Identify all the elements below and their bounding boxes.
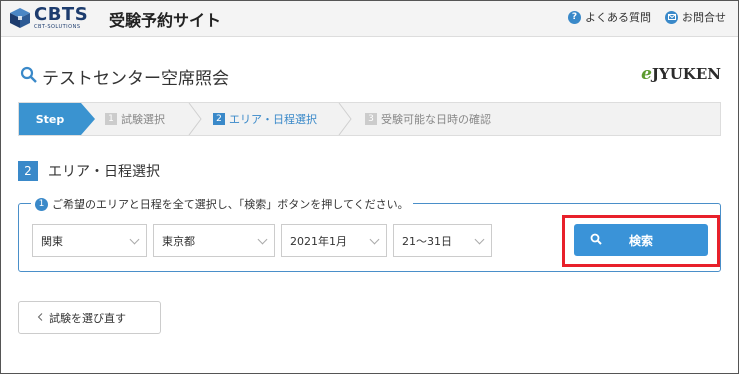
faq-link[interactable]: ? よくある質問	[568, 9, 651, 25]
step-number: 3	[365, 113, 377, 125]
header-links: ? よくある質問 お問合せ	[568, 9, 726, 25]
logo-subtext: CBT-SOLUTIONS	[34, 24, 81, 30]
area-date-form: 1 ご希望のエリアと日程を全て選択し、「検索」ボタンを押してください。 関東 東…	[18, 196, 721, 272]
step-progress: Step 1 試験選択 2 エリア・日程選択 3 受験可能な日時の確認	[18, 102, 721, 136]
prefecture-value: 東京都	[162, 234, 195, 248]
chevron-down-icon	[257, 234, 268, 245]
chevron-down-icon	[369, 234, 380, 245]
search-icon	[590, 233, 602, 248]
step-number: 1	[105, 113, 117, 125]
site-header: CBTS CBT-SOLUTIONS 受験予約サイト ? よくある質問 お問合せ	[1, 1, 738, 37]
month-value: 2021年1月	[290, 234, 347, 248]
step-item-1: 1 試験選択	[105, 103, 165, 135]
page-title: テストセンター空席照会	[20, 64, 229, 89]
search-button[interactable]: 検索	[574, 224, 708, 256]
search-button-label: 検索	[628, 233, 653, 248]
ejyuken-logo: eJYUKEN	[641, 64, 721, 84]
step-indicator: Step	[19, 103, 95, 135]
instruction-number: 1	[35, 197, 48, 211]
days-select[interactable]: 21～31日	[393, 224, 492, 257]
section-heading: 2 エリア・日程選択	[18, 161, 160, 181]
chevron-down-icon	[474, 234, 485, 245]
cube-logo-icon	[9, 7, 31, 29]
reselect-exam-button[interactable]: 試験を選び直す	[18, 301, 161, 334]
cbts-logo[interactable]: CBTS CBT-SOLUTIONS	[9, 6, 88, 30]
step-item-2: 2 エリア・日程選択	[213, 103, 317, 135]
month-select[interactable]: 2021年1月	[281, 224, 387, 257]
step-item-3: 3 受験可能な日時の確認	[365, 103, 491, 135]
site-title: 受験予約サイト	[109, 11, 222, 30]
question-icon: ?	[568, 10, 581, 24]
step-number: 2	[213, 113, 225, 125]
step-chevron-icon	[338, 103, 352, 135]
reselect-exam-label: 試験を選び直す	[49, 311, 126, 325]
step-label: 試験選択	[121, 113, 165, 126]
step-label: 受験可能な日時の確認	[381, 113, 491, 126]
prefecture-select[interactable]: 東京都	[153, 224, 275, 257]
region-value: 関東	[41, 234, 63, 248]
search-icon	[20, 66, 38, 87]
page-title-text: テストセンター空席照会	[42, 69, 229, 89]
contact-link[interactable]: お問合せ	[665, 9, 726, 25]
contact-label: お問合せ	[682, 11, 726, 24]
chevron-left-icon	[37, 311, 43, 324]
section-number: 2	[18, 161, 38, 181]
region-select[interactable]: 関東	[32, 224, 147, 257]
section-title: エリア・日程選択	[48, 164, 160, 180]
step-chevron-icon	[188, 103, 202, 135]
days-value: 21～31日	[402, 234, 452, 248]
form-instruction: 1 ご希望のエリアと日程を全て選択し、「検索」ボタンを押してください。	[31, 196, 413, 212]
logo-text: CBTS	[34, 4, 89, 25]
faq-label: よくある質問	[585, 11, 651, 24]
chevron-down-icon	[129, 234, 140, 245]
mail-icon	[665, 10, 678, 24]
instruction-text: ご希望のエリアと日程を全て選択し、「検索」ボタンを押してください。	[52, 198, 409, 211]
step-label: エリア・日程選択	[229, 113, 317, 126]
